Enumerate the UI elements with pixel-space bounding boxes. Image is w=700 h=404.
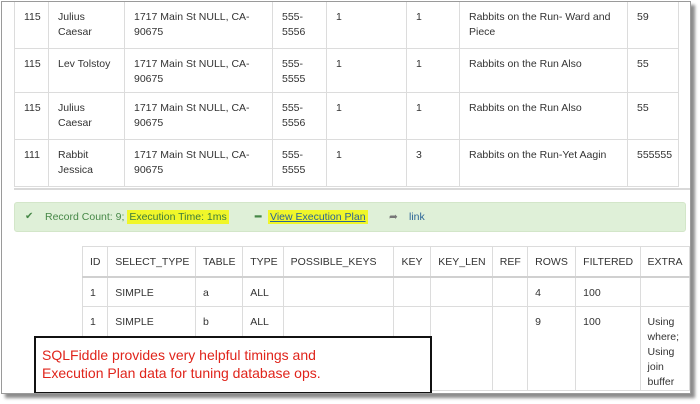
table-row: 115 Julius Caesar 1717 Main St NULL, CA-…	[14, 2, 680, 49]
column-header: TABLE	[194, 246, 244, 278]
cell-title: Rabbits on the Run Also	[459, 47, 628, 93]
cell-name: Julius Caesar	[48, 91, 125, 140]
plan-cell: 4	[527, 276, 577, 307]
column-header: KEY_LEN	[430, 246, 493, 278]
cell-phone: 555-5555	[272, 138, 327, 187]
query-status-bar: ✔ Record Count: 9; Execution Time: 1ms ━…	[14, 202, 686, 232]
plan-cell	[282, 276, 395, 307]
cell-id: 115	[14, 47, 49, 93]
cell-number: 59	[626, 2, 680, 49]
cell-phone: 555-5556	[272, 2, 327, 49]
cell-value: 1	[326, 91, 407, 140]
cell-name: Julius Caesar	[48, 2, 125, 49]
cell-number: 55	[626, 91, 680, 140]
column-header: EXTRA	[639, 246, 690, 278]
record-count: Record Count: 9;	[45, 211, 125, 223]
callout-line: Execution Plan data for tuning database …	[42, 365, 321, 381]
plan-header-row: ID SELECT_TYPE TABLE TYPE POSSIBLE_KEYS …	[81, 246, 690, 278]
column-header: POSSIBLE_KEYS	[282, 246, 395, 278]
cell-id: 111	[14, 138, 49, 187]
cell-number: 55	[626, 47, 680, 93]
cell-name: Lev Tolstoy	[48, 47, 125, 93]
plan-cell	[491, 306, 529, 391]
plan-cell: ALL	[242, 276, 284, 307]
cell-value: 1	[326, 138, 407, 187]
permalink-link[interactable]: link	[409, 211, 425, 223]
column-header: KEY	[393, 246, 432, 278]
table-row: 111 Rabbit Jessica 1717 Main St NULL, CA…	[14, 138, 680, 187]
cell-address: 1717 Main St NULL, CA-90675	[124, 138, 273, 187]
cell-title: Rabbits on the Run Also	[459, 91, 628, 140]
table-row: 115 Lev Tolstoy 1717 Main St NULL, CA-90…	[14, 47, 680, 93]
cell-title: Rabbits on the Run-Yet Aagin	[459, 138, 628, 187]
results-table: 115 Julius Caesar 1717 Main St NULL, CA-…	[14, 2, 680, 187]
cell-value: 1	[326, 2, 407, 49]
cell-number: 555555	[626, 138, 680, 187]
view-execution-plan-label[interactable]: View Execution Plan	[268, 210, 368, 224]
cell-name: Rabbit Jessica	[48, 138, 125, 187]
plan-cell: SIMPLE	[107, 276, 196, 307]
results-divider	[14, 188, 690, 190]
column-header: FILTERED	[575, 246, 641, 278]
cell-address: 1717 Main St NULL, CA-90675	[124, 2, 273, 49]
cell-title: Rabbits on the Run- Ward and Piece	[459, 2, 628, 49]
column-header: TYPE	[242, 246, 284, 278]
plan-cell	[393, 276, 432, 307]
plan-cell	[430, 306, 493, 391]
collapse-icon[interactable]: ━	[255, 211, 261, 223]
cell-id: 115	[14, 91, 49, 140]
cell-address: 1717 Main St NULL, CA-90675	[124, 47, 273, 93]
cell-value: 1	[406, 47, 460, 93]
column-header: ID	[81, 246, 109, 278]
cell-value: 1	[406, 91, 460, 140]
cell-address: 1717 Main St NULL, CA-90675	[124, 91, 273, 140]
cell-value: 3	[406, 138, 460, 187]
plan-cell	[639, 276, 690, 307]
query-results: 115 Julius Caesar 1717 Main St NULL, CA-…	[14, 2, 680, 187]
execution-summary: Record Count: 9; Execution Time: 1ms	[45, 210, 229, 224]
plan-cell: a	[194, 276, 244, 307]
table-row: 1 SIMPLE a ALL 4 100	[81, 276, 690, 307]
annotation-callout: SQLFiddle provides very helpful timings …	[34, 336, 432, 393]
cell-phone: 555-5555	[272, 47, 327, 93]
cell-value: 1	[406, 2, 460, 49]
callout-line: SQLFiddle provides very helpful timings …	[42, 347, 316, 363]
column-header: REF	[491, 246, 529, 278]
cell-value: 1	[326, 47, 407, 93]
check-icon: ✔	[25, 211, 34, 222]
table-row: 115 Julius Caesar 1717 Main St NULL, CA-…	[14, 91, 680, 140]
plan-cell: 1	[81, 276, 109, 307]
plan-cell: 9	[527, 306, 577, 391]
view-execution-plan-link[interactable]: View Execution Plan	[268, 210, 368, 224]
cell-id: 115	[14, 2, 49, 49]
plan-cell: 100	[575, 276, 641, 307]
plan-cell	[430, 276, 493, 307]
column-header: ROWS	[527, 246, 577, 278]
share-icon[interactable]: ➦	[389, 211, 398, 223]
plan-cell	[491, 276, 529, 307]
plan-cell: Using where; Using join buffer	[639, 306, 690, 391]
execution-time: Execution Time: 1ms	[127, 210, 229, 224]
plan-cell: 100	[575, 306, 641, 391]
screenshot-frame: 115 Julius Caesar 1717 Main St NULL, CA-…	[1, 1, 691, 394]
column-header: SELECT_TYPE	[107, 246, 196, 278]
cell-phone: 555-5556	[272, 91, 327, 140]
